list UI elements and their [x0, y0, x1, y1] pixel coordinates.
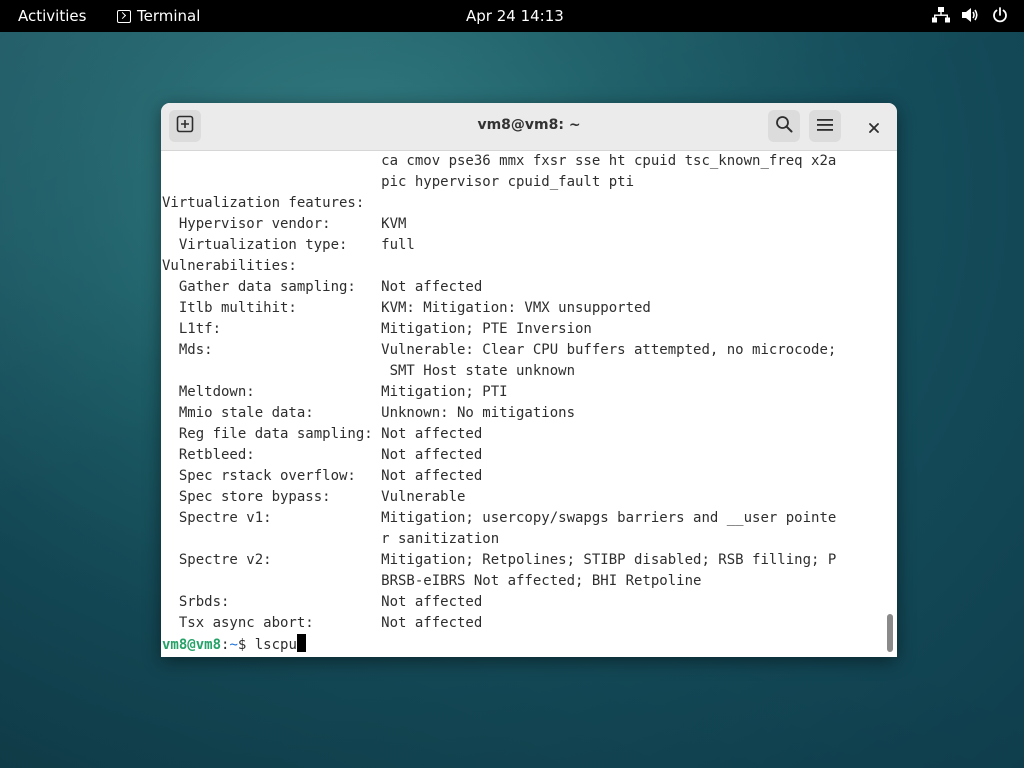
top-bar: Activities Terminal Apr 24 14:13 — [0, 0, 1024, 32]
terminal-line: ca cmov pse36 mmx fxsr sse ht cpuid tsc_… — [162, 153, 837, 169]
terminal-line: SMT Host state unknown — [162, 363, 576, 379]
terminal-line: Spec store bypass: Vulnerable — [162, 489, 466, 505]
prompt-symbol: $ — [237, 637, 255, 653]
terminal-line: Mds: Vulnerable: Clear CPU buffers attem… — [162, 342, 837, 358]
search-button[interactable] — [768, 110, 800, 142]
terminal-line: Spectre v1: Mitigation; usercopy/swapgs … — [162, 510, 837, 526]
terminal-line: BRSB-eIBRS Not affected; BHI Retpoline — [162, 573, 702, 589]
terminal-line: Meltdown: Mitigation; PTI — [162, 384, 508, 400]
close-button[interactable] — [862, 115, 886, 139]
command-input[interactable]: lscpu — [255, 637, 297, 653]
terminal-window: vm8@vm8: ~ ca cmov pse36 mmx fxsr sse ht… — [161, 103, 897, 657]
terminal-line: Hypervisor vendor: KVM — [162, 216, 407, 232]
activities-button[interactable]: Activities — [18, 7, 86, 25]
terminal-line: Mmio stale data: Unknown: No mitigations — [162, 405, 576, 421]
clock[interactable]: Apr 24 14:13 — [466, 7, 564, 25]
terminal-line: Reg file data sampling: Not affected — [162, 426, 483, 442]
terminal-line: Vulnerabilities: — [162, 258, 297, 274]
power-icon[interactable] — [992, 7, 1008, 23]
terminal-line: Virtualization type: full — [162, 237, 415, 253]
prompt-path: ~ — [229, 637, 238, 653]
hamburger-menu-icon — [817, 117, 833, 136]
terminal-app-icon — [117, 9, 131, 23]
search-icon — [775, 115, 793, 137]
app-menu-label: Terminal — [137, 7, 201, 25]
terminal-line: L1tf: Mitigation; PTE Inversion — [162, 321, 592, 337]
terminal-line: Gather data sampling: Not affected — [162, 279, 483, 295]
volume-icon[interactable] — [962, 7, 980, 23]
header-bar: vm8@vm8: ~ — [161, 103, 897, 151]
terminal-line: pic hypervisor cpuid_fault pti — [162, 174, 635, 190]
terminal-line: Spec rstack overflow: Not affected — [162, 468, 483, 484]
terminal-line: Retbleed: Not affected — [162, 447, 483, 463]
terminal-output[interactable]: ca cmov pse36 mmx fxsr sse ht cpuid tsc_… — [161, 151, 883, 657]
terminal-line: Itlb multihit: KVM: Mitigation: VMX unsu… — [162, 300, 651, 316]
terminal-line: Tsx async abort: Not affected — [162, 615, 483, 631]
prompt-line[interactable]: vm8@vm8:~$ lscpu — [162, 634, 306, 655]
prompt-user: vm8@vm8 — [162, 637, 222, 653]
terminal-line: Virtualization features: — [162, 195, 365, 211]
network-icon[interactable] — [932, 7, 950, 23]
main-menu-button[interactable] — [809, 110, 841, 142]
app-menu[interactable]: Terminal — [117, 7, 200, 25]
scrollbar-thumb[interactable] — [887, 614, 893, 652]
terminal-line: Srbds: Not affected — [162, 594, 483, 610]
close-icon — [869, 118, 879, 137]
terminal-line: Spectre v2: Mitigation; Retpolines; STIB… — [162, 552, 837, 568]
text-cursor — [296, 634, 306, 652]
system-tray[interactable] — [932, 7, 1008, 23]
terminal-line: r sanitization — [162, 531, 500, 547]
scrollbar[interactable] — [883, 151, 897, 657]
